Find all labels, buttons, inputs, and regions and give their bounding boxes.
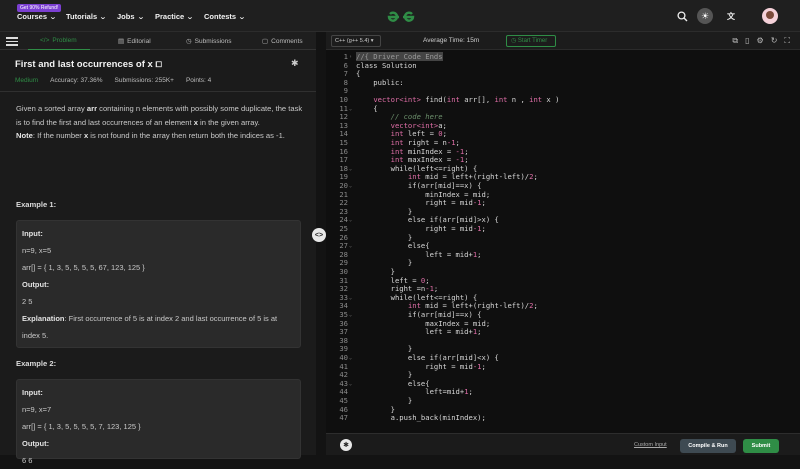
language-select[interactable]: C++ (g++ 5.4) ▾ bbox=[331, 35, 381, 47]
editor-footer: ✱ Custom Input Compile & Run Submit bbox=[326, 433, 800, 455]
lightbulb-icon[interactable]: ✱ bbox=[340, 439, 352, 451]
custom-input-link[interactable]: Custom Input bbox=[634, 442, 667, 448]
chevron-down-icon: ⌄ bbox=[99, 13, 107, 21]
menu-icon[interactable] bbox=[6, 35, 18, 47]
top-navbar: Get 90% Refund! Courses ⌄ Tutorials ⌄ Jobs… bbox=[0, 0, 800, 32]
search-icon[interactable] bbox=[675, 9, 689, 23]
code-line[interactable]: 10 vector<int> find(int arr[], int n , i… bbox=[326, 95, 800, 105]
fold-chevron-icon[interactable]: ⌄ bbox=[349, 294, 352, 303]
problem-tabs: </> Problem ▤ Editorial ◷ Submissions ▢ Comm… bbox=[0, 32, 316, 50]
code-line[interactable]: 6 class Solution bbox=[326, 60, 800, 71]
fold-chevron-icon[interactable]: ⌄ bbox=[349, 216, 352, 225]
code-line[interactable]: 47 a.push_back(minIndex); bbox=[326, 414, 800, 423]
tab-editorial[interactable]: ▤ Editorial bbox=[118, 37, 151, 46]
editor-toolbar: C++ (g++ 5.4) ▾ Average Time: 15m ◷ Star… bbox=[326, 32, 800, 50]
example-box: Input: n=9, x=5 arr[] = { 1, 3, 5, 5, 5,… bbox=[16, 220, 301, 348]
code-line[interactable]: 45 } bbox=[326, 396, 800, 406]
accuracy: Accuracy: 37.36% bbox=[50, 77, 103, 84]
code-line[interactable]: 29 } bbox=[326, 259, 800, 268]
chevron-down-icon: ⌄ bbox=[136, 13, 145, 21]
nav-tutorials[interactable]: Tutorials ⌄ bbox=[66, 12, 107, 21]
fold-chevron-icon[interactable]: ⌄ bbox=[349, 105, 352, 114]
example-heading: Example 1: bbox=[16, 200, 57, 209]
fold-chevron-icon[interactable]: ⌄ bbox=[349, 311, 352, 320]
tab-problem[interactable]: </> Problem bbox=[40, 37, 77, 44]
fold-chevron-icon[interactable]: ⌄ bbox=[349, 354, 352, 363]
fold-chevron-icon[interactable]: ⌄ bbox=[349, 165, 352, 174]
start-timer-button[interactable]: ◷ Start Timer bbox=[506, 35, 556, 47]
file-icon[interactable]: ▯ bbox=[745, 36, 749, 46]
code-text: vector<int> find(int arr[], int n , int … bbox=[373, 95, 560, 104]
bug-report-icon[interactable]: ✱ bbox=[291, 58, 299, 69]
code-icon: </> bbox=[40, 37, 50, 44]
reset-icon[interactable]: ↻ bbox=[771, 36, 778, 46]
code-line[interactable]: 37 left = mid+1; bbox=[326, 327, 800, 337]
tab-submissions[interactable]: ◷ Submissions bbox=[186, 37, 232, 46]
gfg-logo[interactable] bbox=[385, 9, 417, 25]
problem-meta: Medium Accuracy: 37.36% Submissions: 255… bbox=[15, 77, 211, 84]
code-area[interactable]: 1 ›//{ Driver Code Ends 6 class Solution 7{8… bbox=[326, 51, 800, 438]
nav-jobs[interactable]: Jobs ⌄ bbox=[117, 12, 145, 21]
nav-contests[interactable]: Contests ⌄ bbox=[204, 12, 246, 21]
problem-panel: </> Problem ▤ Editorial ◷ Submissions ▢ Comm… bbox=[0, 32, 316, 465]
chevron-down-icon: ⌄ bbox=[49, 13, 57, 21]
example-box: Input: n=9, x=7 arr[] = { 1, 3, 5, 5, 5,… bbox=[16, 379, 301, 465]
nav-courses[interactable]: Courses ⌄ bbox=[17, 12, 57, 21]
note-label: Note bbox=[16, 131, 33, 141]
sun-icon[interactable]: ☀ bbox=[697, 8, 713, 24]
submissions-count: Submissions: 255K+ bbox=[114, 77, 174, 84]
document-icon: ▤ bbox=[118, 38, 125, 45]
clock-icon: ◷ bbox=[186, 38, 192, 45]
difficulty-badge: Medium bbox=[15, 77, 39, 84]
code-editor-panel: C++ (g++ 5.4) ▾ Average Time: 15m ◷ Star… bbox=[326, 32, 800, 455]
code-text: left = mid+1; bbox=[356, 327, 482, 337]
fold-chevron-icon[interactable]: ⌄ bbox=[349, 182, 352, 191]
refund-badge[interactable]: Get 90% Refund! bbox=[17, 4, 62, 12]
resize-handle[interactable]: <> bbox=[312, 228, 326, 242]
fold-chevron-icon[interactable]: › bbox=[349, 53, 352, 62]
fold-chevron-icon[interactable]: ⌄ bbox=[349, 380, 352, 389]
copy-icon[interactable]: ⧉ bbox=[732, 36, 738, 46]
tab-comments[interactable]: ▢ Comments bbox=[262, 37, 303, 46]
divider bbox=[0, 91, 316, 92]
fold-chevron-icon[interactable]: ⌄ bbox=[349, 242, 352, 251]
avatar[interactable] bbox=[762, 8, 778, 24]
active-tab-indicator bbox=[28, 48, 90, 50]
editor-actions: ⧉ ▯ ⚙ ↻ ⛶ bbox=[732, 36, 790, 46]
code-text: public: bbox=[356, 77, 404, 87]
chevron-down-icon: ⌄ bbox=[238, 13, 246, 21]
comment-icon: ▢ bbox=[262, 38, 269, 45]
compile-run-button[interactable]: Compile & Run bbox=[680, 439, 736, 453]
line-number: 47 bbox=[339, 413, 348, 423]
submit-button[interactable]: Submit bbox=[743, 439, 779, 453]
bookmark-icon[interactable]: ⧠ bbox=[155, 60, 161, 69]
average-time: Average Time: 15m bbox=[423, 37, 480, 44]
points: Points: 4 bbox=[185, 77, 212, 84]
code-line[interactable]: 8 public: bbox=[326, 77, 800, 88]
problem-title: First and last occurrences of x ⧠ bbox=[15, 59, 162, 70]
code-text: class Solution bbox=[356, 60, 417, 70]
fullscreen-icon[interactable]: ⛶ bbox=[784, 36, 790, 46]
example-heading: Example 2: bbox=[16, 359, 57, 368]
translate-icon[interactable]: 文 bbox=[724, 9, 738, 23]
settings-icon[interactable]: ⚙ bbox=[757, 36, 764, 46]
chevron-down-icon: ⌄ bbox=[186, 13, 194, 21]
problem-description: Given a sorted array arr containing n el… bbox=[16, 104, 303, 141]
code-text: a.push_back(minIndex); bbox=[356, 413, 486, 423]
nav-practice[interactable]: Practice ⌄ bbox=[155, 12, 194, 21]
